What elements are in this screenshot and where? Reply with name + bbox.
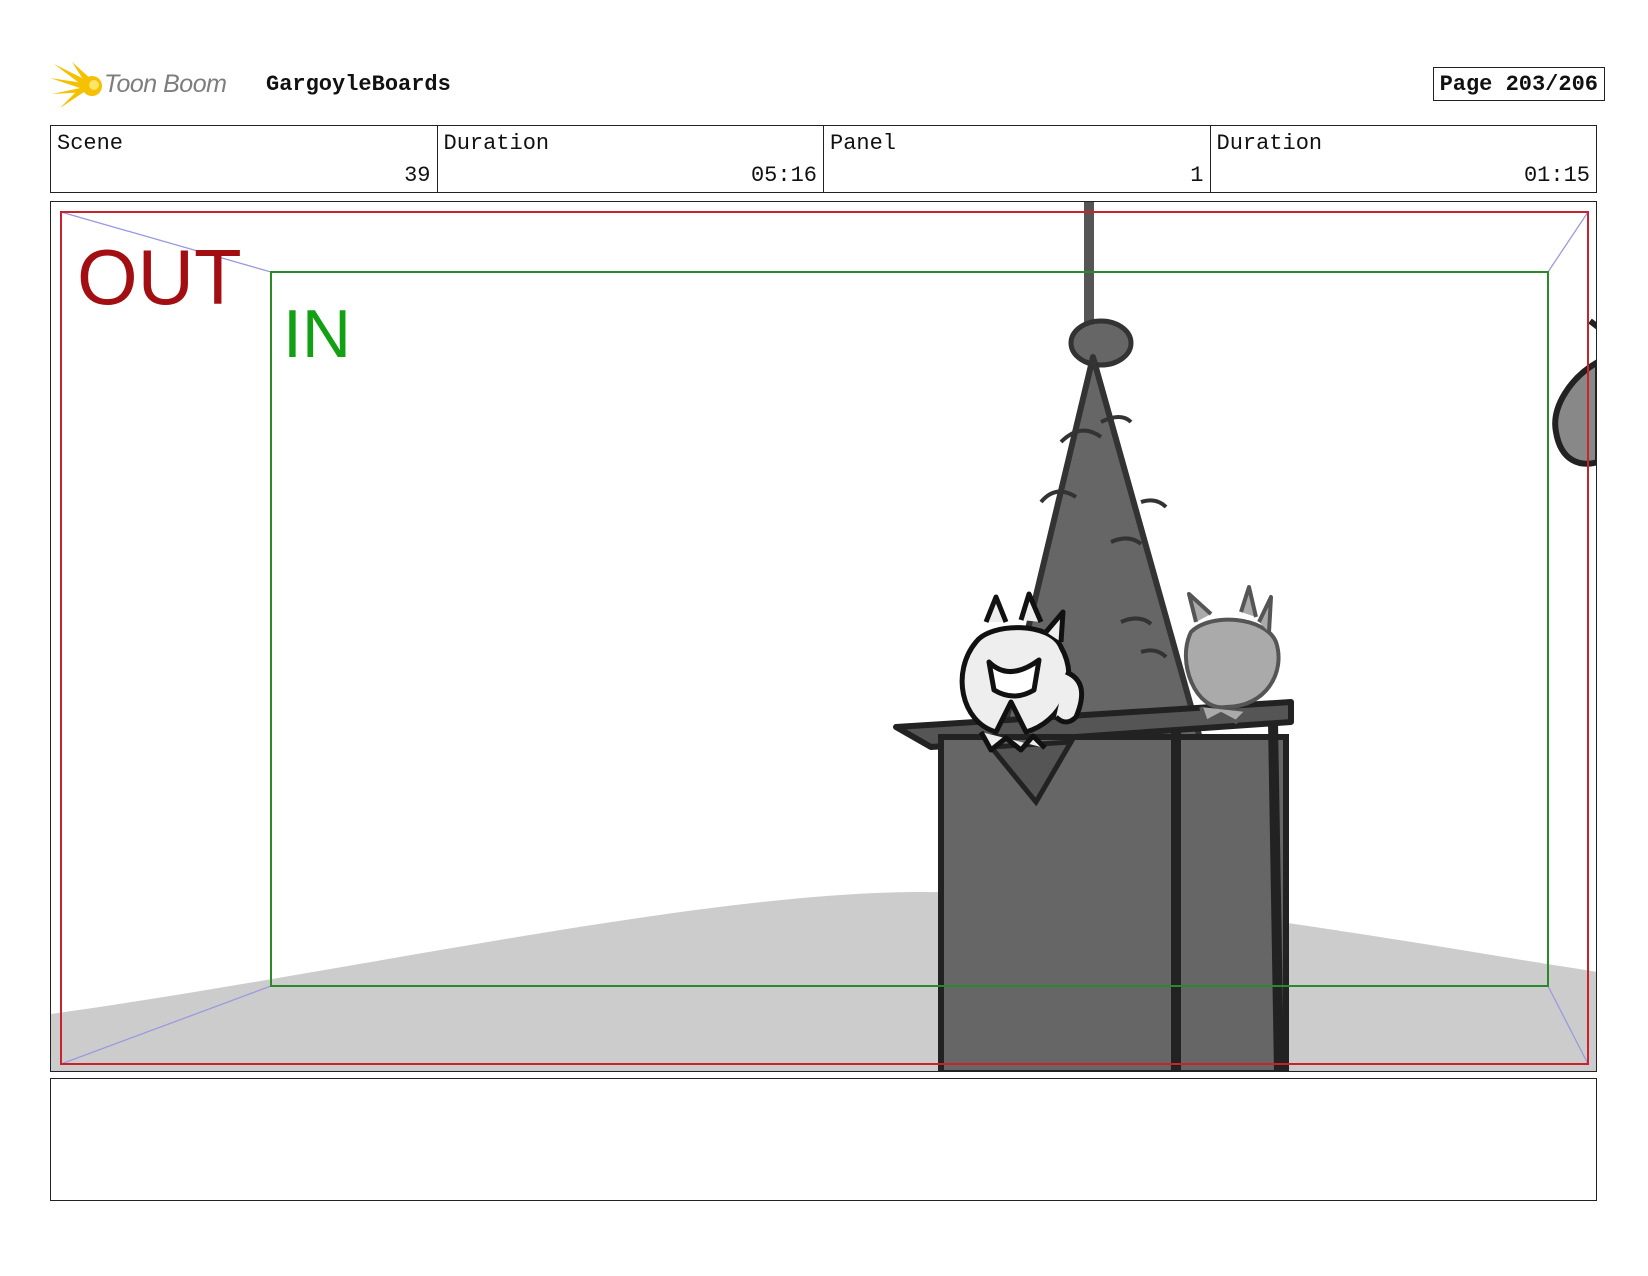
scene-duration-value: 05:16 xyxy=(750,163,817,188)
panel-duration-label: Duration xyxy=(1216,131,1323,156)
offscreen-creature xyxy=(1552,318,1596,467)
panel-value: 1 xyxy=(1190,163,1204,188)
project-title: GargoyleBoards xyxy=(266,72,451,97)
scene-duration-cell: Duration 05:16 xyxy=(438,126,824,192)
panel-duration-cell: Duration 01:15 xyxy=(1211,126,1597,192)
toon-boom-logo: Toon Boom xyxy=(50,60,250,112)
brand-name: Toon Boom xyxy=(104,70,227,98)
scene-info-table: Scene 39 Duration 05:16 Panel 1 Duration… xyxy=(50,125,1597,193)
panel-cell: Panel 1 xyxy=(824,126,1211,192)
panel-notes-box[interactable] xyxy=(50,1078,1597,1201)
in-frame-label: IN xyxy=(283,296,351,372)
panel-duration-value: 01:15 xyxy=(1523,163,1590,188)
ground-shape xyxy=(51,892,1596,1071)
scene-label: Scene xyxy=(57,131,124,156)
tower-body xyxy=(938,734,1289,1071)
scene-cell: Scene 39 xyxy=(51,126,438,192)
spire-ball xyxy=(1068,318,1134,368)
panel-label: Panel xyxy=(830,131,897,156)
starburst-icon xyxy=(50,62,102,108)
spire-pole xyxy=(1084,202,1094,332)
in-frame xyxy=(270,271,1549,987)
page-indicator: Page 203/206 xyxy=(1432,67,1605,101)
storyboard-panel: OUT IN xyxy=(50,201,1597,1072)
scene-duration-label: Duration xyxy=(443,131,550,156)
tower-edge-right xyxy=(1268,721,1284,1071)
out-frame-label: OUT xyxy=(77,233,242,321)
scene-value: 39 xyxy=(404,163,431,188)
storyboard-header: Toon Boom GargoyleBoards Page 203/206 xyxy=(50,58,1605,114)
